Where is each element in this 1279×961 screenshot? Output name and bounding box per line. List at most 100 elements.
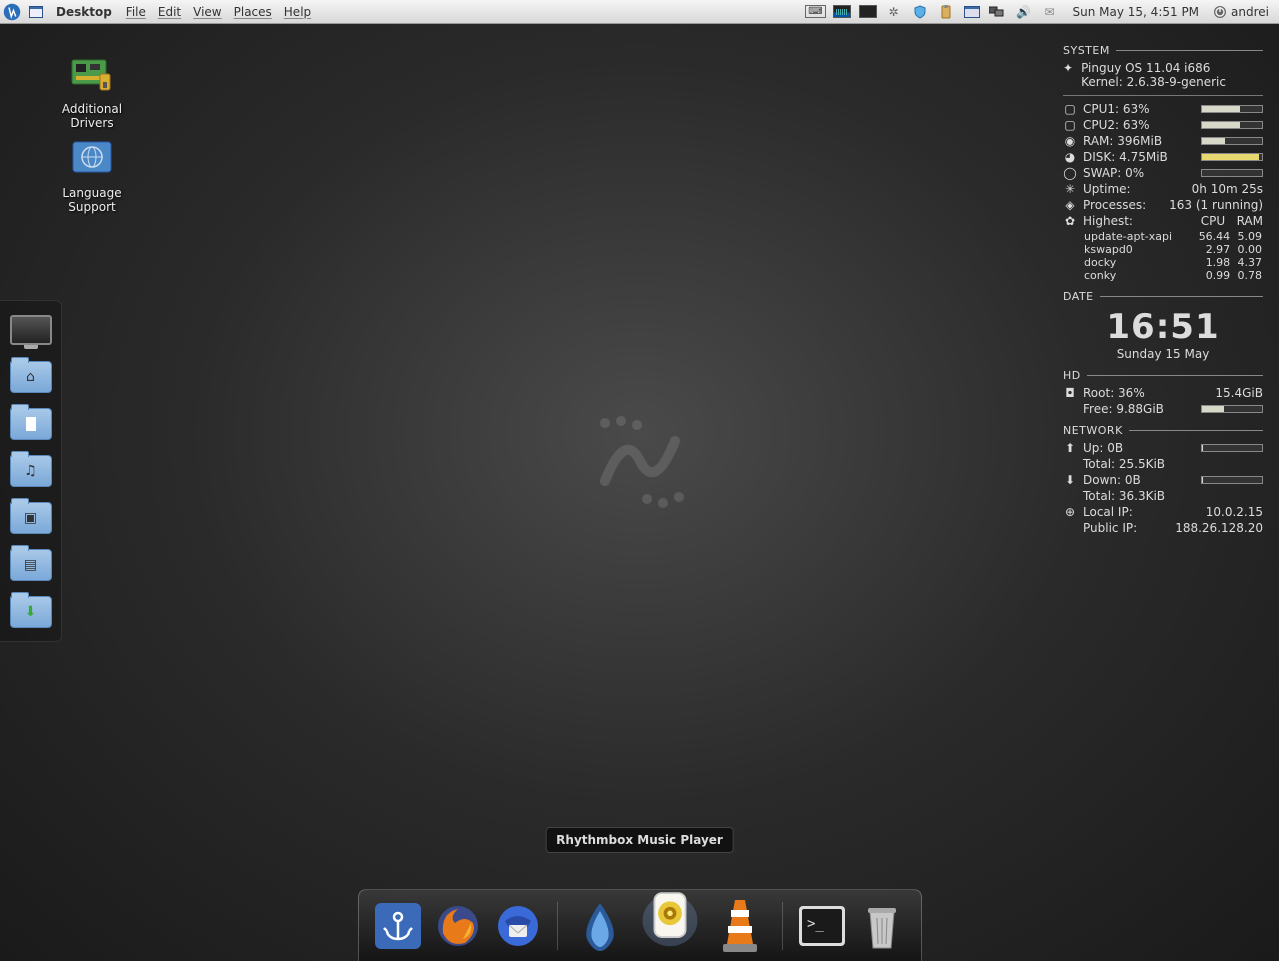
left-dock-desktop[interactable] — [6, 308, 56, 352]
dock-app-trash[interactable] — [857, 901, 907, 951]
conky-public-ip-val: 188.26.128.20 — [1175, 521, 1263, 535]
conky-col-ram: RAM — [1237, 214, 1263, 228]
panel-app-title: Desktop — [56, 5, 112, 19]
tray-black-icon[interactable] — [859, 3, 877, 21]
panel-user-name: andrei — [1231, 5, 1269, 19]
top-panel: Desktop File Edit View Places Help ⌨ ✲ 🔊… — [0, 0, 1279, 24]
cpu-icon: ▢ — [1063, 118, 1077, 132]
dock-app-vlc[interactable] — [712, 898, 768, 954]
conky-ram: RAM: 396MiB — [1083, 134, 1191, 148]
tray-snowflake-icon[interactable]: ✲ — [885, 3, 903, 21]
conky-system-header: SYSTEM — [1063, 44, 1110, 57]
conky-uptime-val: 0h 10m 25s — [1192, 182, 1263, 196]
folder-icon: ▣ — [10, 502, 52, 534]
menu-places[interactable]: Places — [234, 5, 272, 19]
monitor-icon — [10, 315, 52, 345]
dock-app-thunderbird[interactable] — [493, 901, 543, 951]
tray-clipboard-icon[interactable] — [937, 3, 955, 21]
hdd-icon: ◘ — [1063, 386, 1077, 400]
distro-logo-icon[interactable] — [0, 0, 24, 24]
wallpaper-logo — [585, 411, 695, 511]
tray-volume-icon[interactable]: 🔊 — [1015, 3, 1033, 21]
left-dock-pictures[interactable]: ▣ — [6, 496, 56, 540]
down-arrow-icon: ⬇ — [1063, 473, 1077, 487]
dock-tooltip: Rhythmbox Music Player — [545, 827, 734, 853]
wrench-icon: ✦ — [1063, 61, 1073, 75]
conky-swap: SWAP: 0% — [1083, 166, 1191, 180]
table-row: update-apt-xapi56.445.09 — [1083, 230, 1263, 243]
left-dock-music[interactable]: ♫ — [6, 449, 56, 493]
desktop-icon-label: Language Support — [42, 186, 142, 214]
folder-icon: ⬇ — [10, 596, 52, 628]
proc-ram: 4.37 — [1231, 256, 1263, 269]
table-row: docky1.984.37 — [1083, 256, 1263, 269]
conky-disk: DISK: 4.75MiB — [1083, 150, 1191, 164]
conky-hd-header: HD — [1063, 369, 1081, 382]
dock-separator — [782, 902, 783, 950]
dock-app-terminal[interactable]: >_ — [797, 901, 847, 951]
proc-cpu: 2.97 — [1191, 243, 1231, 256]
tray-mail-icon[interactable]: ✉ — [1041, 3, 1059, 21]
proc-cpu: 0.99 — [1191, 269, 1231, 282]
tray-keyboard-icon[interactable]: ⌨ — [807, 3, 825, 21]
conky-kernel: Kernel: 2.6.38-9-generic — [1081, 75, 1226, 89]
conky-up: Up: 0B — [1083, 441, 1191, 455]
tray-sysmon-icon[interactable] — [833, 3, 851, 21]
left-dock-videos[interactable]: ▤ — [6, 543, 56, 587]
conky-up-total: Total: 25.5KiB — [1083, 457, 1263, 471]
desktop-icon-drivers[interactable]: Additional Drivers — [42, 50, 142, 130]
proc-cpu: 56.44 — [1191, 230, 1231, 243]
dock-app-rhythmbox[interactable] — [638, 884, 702, 948]
menu-edit[interactable]: Edit — [158, 5, 181, 19]
dock-app-firefox[interactable] — [433, 901, 483, 951]
conky-net-header: NETWORK — [1063, 424, 1123, 437]
up-arrow-icon: ⬆ — [1063, 441, 1077, 455]
proc-name: conky — [1083, 269, 1191, 282]
left-dock-documents[interactable] — [6, 402, 56, 446]
menu-help[interactable]: Help — [284, 5, 311, 19]
conky-col-cpu: CPU — [1201, 214, 1225, 228]
left-dock-home[interactable]: ⌂ — [6, 355, 56, 399]
desktop-icon-language[interactable]: Language Support — [42, 134, 142, 214]
menu-view[interactable]: View — [193, 5, 221, 19]
tray-workspaces-icon[interactable] — [989, 3, 1007, 21]
conky-down: Down: 0B — [1083, 473, 1191, 487]
svg-text:>_: >_ — [807, 916, 824, 932]
dock-app-anchor[interactable] — [373, 901, 423, 951]
folder-icon: ▤ — [10, 549, 52, 581]
panel-user-menu[interactable]: andrei — [1213, 5, 1269, 19]
disk-icon: ◕ — [1063, 150, 1077, 164]
dock-separator — [557, 902, 558, 950]
ram-icon: ◉ — [1063, 134, 1077, 148]
dock-app-deluge[interactable] — [572, 898, 628, 954]
conky-local-ip-val: 10.0.2.15 — [1206, 505, 1263, 519]
bottom-dock: >_ — [358, 889, 922, 961]
conky-date-header: DATE — [1063, 290, 1094, 303]
proc-ram: 5.09 — [1231, 230, 1263, 243]
window-icon — [29, 5, 43, 19]
conky-local-ip-lab: Local IP: — [1083, 505, 1200, 519]
conky-highest-lab: Highest: — [1083, 214, 1195, 228]
conky-cpu2: CPU2: 63% — [1083, 118, 1191, 132]
conky-down-total: Total: 36.3KiB — [1083, 489, 1263, 503]
circuit-board-icon — [68, 50, 116, 98]
globe-icon — [68, 134, 116, 182]
conky-proc-val: 163 (1 running) — [1169, 198, 1263, 212]
proc-ram: 0.78 — [1231, 269, 1263, 282]
tray-desktop-icon[interactable] — [963, 3, 981, 21]
left-dock: ⌂ ♫ ▣ ▤ ⬇ — [0, 300, 62, 642]
globe-icon: ⊕ — [1063, 505, 1077, 519]
table-row: kswapd02.970.00 — [1083, 243, 1263, 256]
conky-time: 16:51 — [1063, 307, 1263, 347]
panel-clock[interactable]: Sun May 15, 4:51 PM — [1073, 5, 1200, 19]
table-row: conky0.990.78 — [1083, 269, 1263, 282]
conky-uptime-lab: Uptime: — [1083, 182, 1186, 196]
tray-shield-icon[interactable] — [911, 3, 929, 21]
menu-file[interactable]: File — [126, 5, 146, 19]
folder-icon: ♫ — [10, 455, 52, 487]
power-icon — [1213, 5, 1227, 19]
left-dock-downloads[interactable]: ⬇ — [6, 590, 56, 634]
cpu-icon: ▢ — [1063, 102, 1077, 116]
conky-panel: SYSTEM ✦ Pinguy OS 11.04 i686 Kernel: 2.… — [1063, 36, 1263, 537]
conky-free: Free: 9.88GiB — [1083, 402, 1191, 416]
